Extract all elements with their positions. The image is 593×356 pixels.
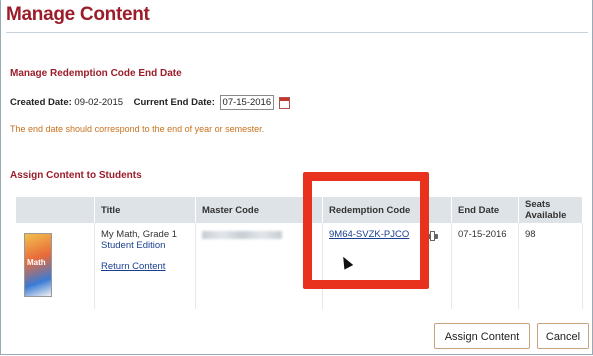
assign-content-button[interactable]: Assign Content (434, 323, 530, 349)
date-row: Created Date: 09-02-2015 Current End Dat… (10, 95, 291, 110)
book-cover-text: Math (27, 258, 46, 267)
cell-image: Math (16, 223, 95, 309)
calendar-icon[interactable] (279, 96, 291, 109)
col-title: Title (94, 197, 196, 223)
book-cover-image: Math (24, 233, 52, 297)
assign-heading: Assign Content to Students (10, 170, 142, 181)
cancel-button[interactable]: Cancel (537, 323, 589, 349)
master-code-redacted (202, 231, 282, 239)
created-date-label: Created Date: (10, 97, 72, 109)
end-date-input[interactable]: 07-15-2016 (219, 95, 274, 110)
table-row: Math My Math, Grade 1 Student Edition Re… (16, 223, 583, 309)
content-table: Title Master Code Redemption Code End Da… (16, 197, 583, 309)
col-image (16, 197, 95, 223)
title-line2: Student Edition (101, 240, 166, 251)
created-date-value: 09-02-2015 (74, 97, 124, 109)
return-content-link[interactable]: Return Content (101, 261, 165, 272)
title-divider (6, 32, 588, 33)
title-line1: My Math, Grade 1 (101, 229, 178, 240)
page-title: Manage Content (6, 4, 150, 25)
cell-seats-available: 98 (518, 223, 583, 309)
end-date-label: Current End Date: (133, 97, 215, 109)
col-seats-available: Seats Available (518, 197, 583, 223)
table-header-row: Title Master Code Redemption Code End Da… (16, 197, 583, 223)
cell-title: My Math, Grade 1 Student Edition Return … (94, 223, 196, 309)
end-date-note: The end date should correspond to the en… (10, 124, 265, 134)
cell-end-date: 07-15-2016 (451, 223, 519, 309)
col-end-date: End Date (451, 197, 519, 223)
redemption-code-highlight-box (303, 172, 429, 289)
redemption-heading: Manage Redemption Code End Date (10, 68, 182, 79)
